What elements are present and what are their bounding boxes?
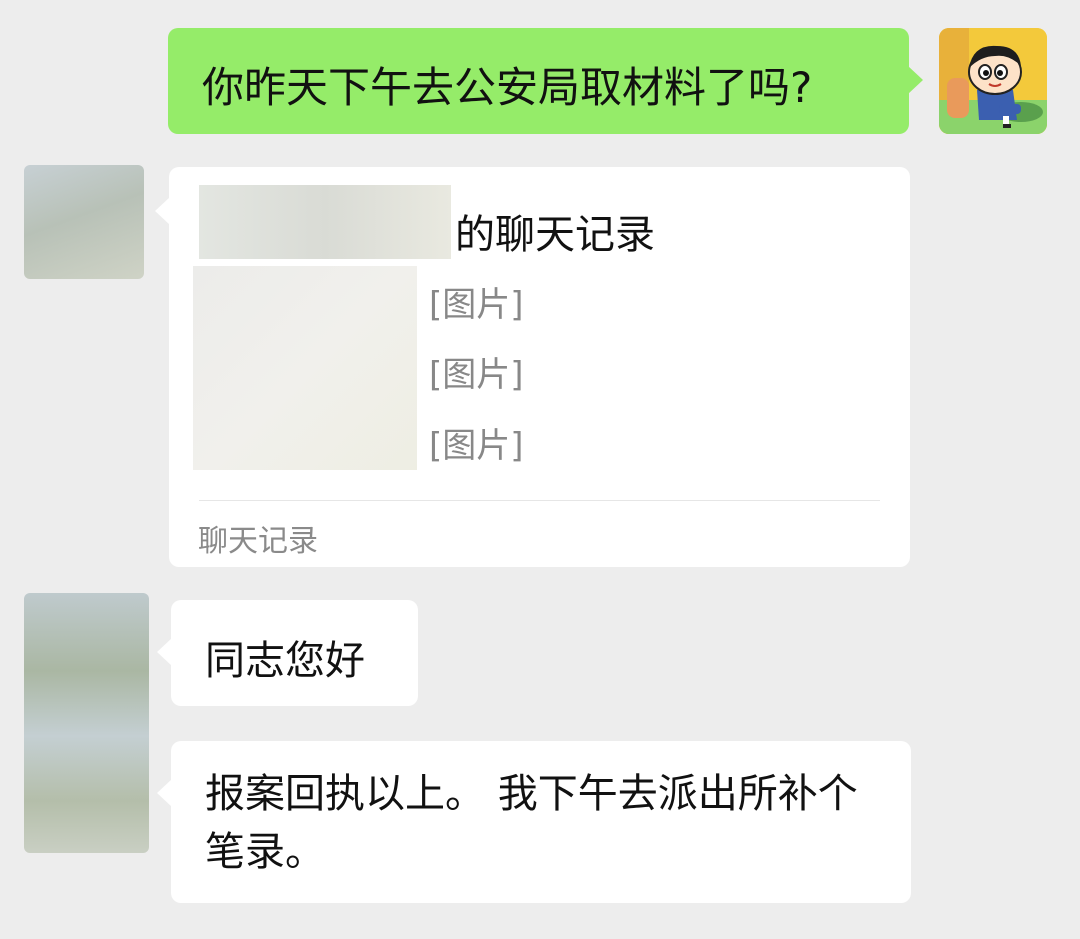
message-text: 你昨天下午去公安局取材料了吗? [202, 63, 813, 112]
chat-record-line: [图片] [429, 285, 524, 325]
chat-record-card[interactable]: 的聊天记录 [图片] [图片] [图片] 聊天记录 [155, 167, 910, 567]
bubble-tail [155, 197, 170, 225]
my-avatar[interactable] [939, 28, 1047, 134]
cartoon-boy-avatar-icon [939, 28, 1047, 134]
bubble-tail [157, 779, 172, 807]
card-divider [199, 500, 880, 501]
message-text: 同志您好 [205, 638, 365, 684]
chat-record-footer-label: 聊天记录 [198, 524, 318, 559]
contact-avatar[interactable] [24, 165, 144, 279]
received-message-bubble[interactable]: 报案回执以上。 我下午去派出所补个笔录。 [157, 741, 911, 903]
sent-message-bubble[interactable]: 你昨天下午去公安局取材料了吗? [168, 28, 923, 134]
redacted-contact-name [199, 185, 451, 259]
chat-record-title: 的聊天记录 [455, 212, 655, 258]
bubble-tail [157, 638, 172, 666]
chat-record-thumbnail [193, 266, 417, 470]
received-message-bubble[interactable]: 同志您好 [157, 600, 418, 706]
contact-avatar[interactable] [24, 593, 149, 853]
message-text: 报案回执以上。 我下午去派出所补个笔录。 [205, 771, 858, 875]
bubble-tail [908, 66, 923, 94]
chat-record-line: [图片] [429, 426, 524, 466]
chat-record-line: [图片] [429, 355, 524, 395]
